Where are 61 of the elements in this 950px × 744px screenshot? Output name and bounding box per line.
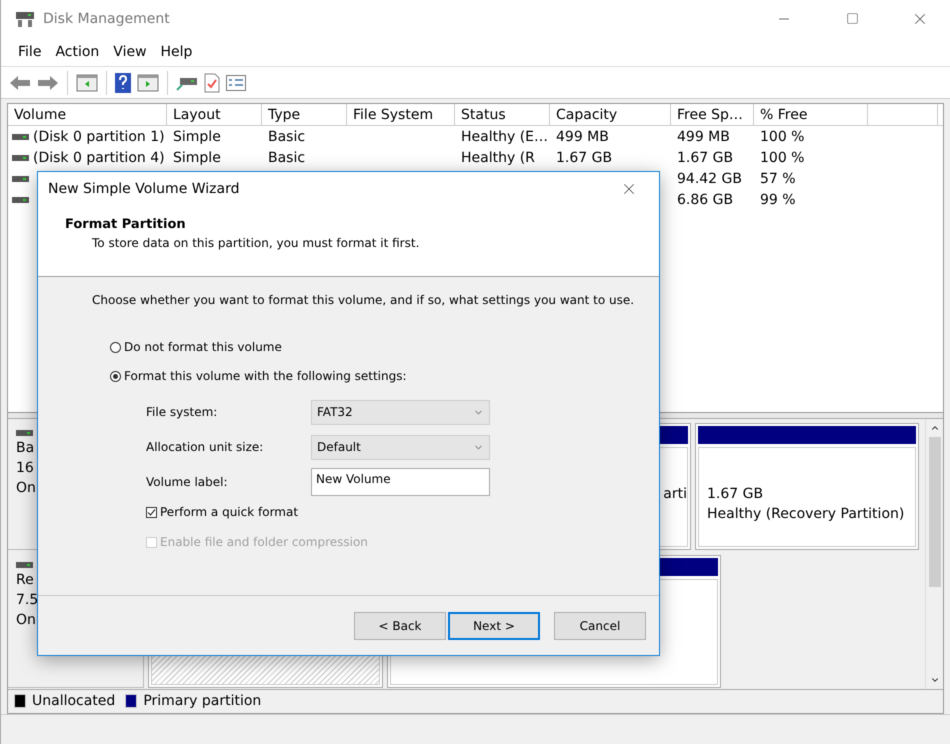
dropdown[interactable]: Default <box>311 434 490 460</box>
wizard-button[interactable]: Cancel <box>554 612 646 640</box>
table-cell: 499 MB <box>556 128 609 144</box>
checkmark-icon <box>147 508 156 516</box>
panel-icon[interactable] <box>76 74 98 92</box>
page-heading: Format Partition <box>65 217 187 232</box>
table-cell: 6.86 GB <box>677 192 734 208</box>
instruction-text: Choose whether you want to format this volume, and if so, what settings you want to use. <box>92 293 636 307</box>
table-cell: 1.67 GB <box>556 150 612 166</box>
table-cell: 99 % <box>760 192 796 208</box>
partition-text: 1.67 GB <box>707 485 764 504</box>
partition-text: Healthy (Recovery Partition) <box>707 505 904 524</box>
scrollbar[interactable] <box>925 419 943 689</box>
disk-label: 16 <box>16 459 35 477</box>
table-cell: (Disk 0 partition 1) <box>33 128 165 144</box>
dialog-title: New Simple Volume Wizard <box>48 180 241 196</box>
menu-item[interactable]: File <box>11 44 48 60</box>
checklist-page-icon[interactable] <box>204 72 220 92</box>
table-cell: Healthy (E… <box>461 128 548 144</box>
dropdown[interactable]: FAT32 <box>311 400 490 424</box>
forward-arrow-icon[interactable] <box>37 74 59 90</box>
back-arrow-icon[interactable] <box>9 74 31 90</box>
partition-text: arti <box>663 485 687 504</box>
radio-option[interactable]: Format this volume with the following settings: <box>110 369 659 383</box>
partition-block[interactable]: 1.67 GB Healthy (Recovery Partition) <box>695 423 919 550</box>
table-cell: (Disk 0 partition 4) <box>33 150 165 166</box>
table-cell: 499 MB <box>677 128 730 144</box>
field-label: Volume label: <box>146 475 229 489</box>
field-label: Allocation unit size: <box>146 440 264 454</box>
panel-icon[interactable] <box>137 74 159 92</box>
table-cell: 100 % <box>760 128 804 144</box>
legend-label: Primary partition <box>143 692 262 708</box>
checkbox[interactable]: Perform a quick format <box>146 505 659 519</box>
disk-label: On <box>16 479 37 497</box>
disk-label: 7.5 <box>16 591 40 609</box>
wizard-button[interactable]: < Back <box>354 612 446 640</box>
radio-option[interactable]: Do not format this volume <box>110 340 659 354</box>
wizard-button[interactable]: Next > <box>448 612 540 640</box>
window-title: Disk Management <box>43 10 171 26</box>
table-cell: Basic <box>268 150 306 166</box>
disk-label: On <box>16 611 37 629</box>
menu-item[interactable]: Action <box>48 44 106 60</box>
table-cell: Simple <box>173 128 221 144</box>
menu-item[interactable]: View <box>106 44 154 60</box>
legend-label: Unallocated <box>32 692 116 708</box>
table-cell: Simple <box>173 150 221 166</box>
disk-label: Re <box>16 571 35 589</box>
field-label: File system: <box>146 405 218 419</box>
table-cell: 94.42 GB <box>677 170 742 186</box>
input-field[interactable]: New Volume <box>311 468 490 496</box>
table-cell: 57 % <box>760 170 796 186</box>
help-icon[interactable] <box>115 72 131 92</box>
properties-icon[interactable] <box>226 74 246 90</box>
disk-drive-icon <box>15 10 35 28</box>
menu-item[interactable]: Help <box>154 44 200 60</box>
table-cell: 1.67 GB <box>677 150 734 166</box>
table-cell: Healthy (R <box>461 150 535 166</box>
table-cell: 100 % <box>760 150 804 166</box>
disk-label: Ba <box>16 439 36 457</box>
page-subheading: To store data on this partition, you must format it first. <box>91 236 420 250</box>
table-cell: Basic <box>268 128 306 144</box>
